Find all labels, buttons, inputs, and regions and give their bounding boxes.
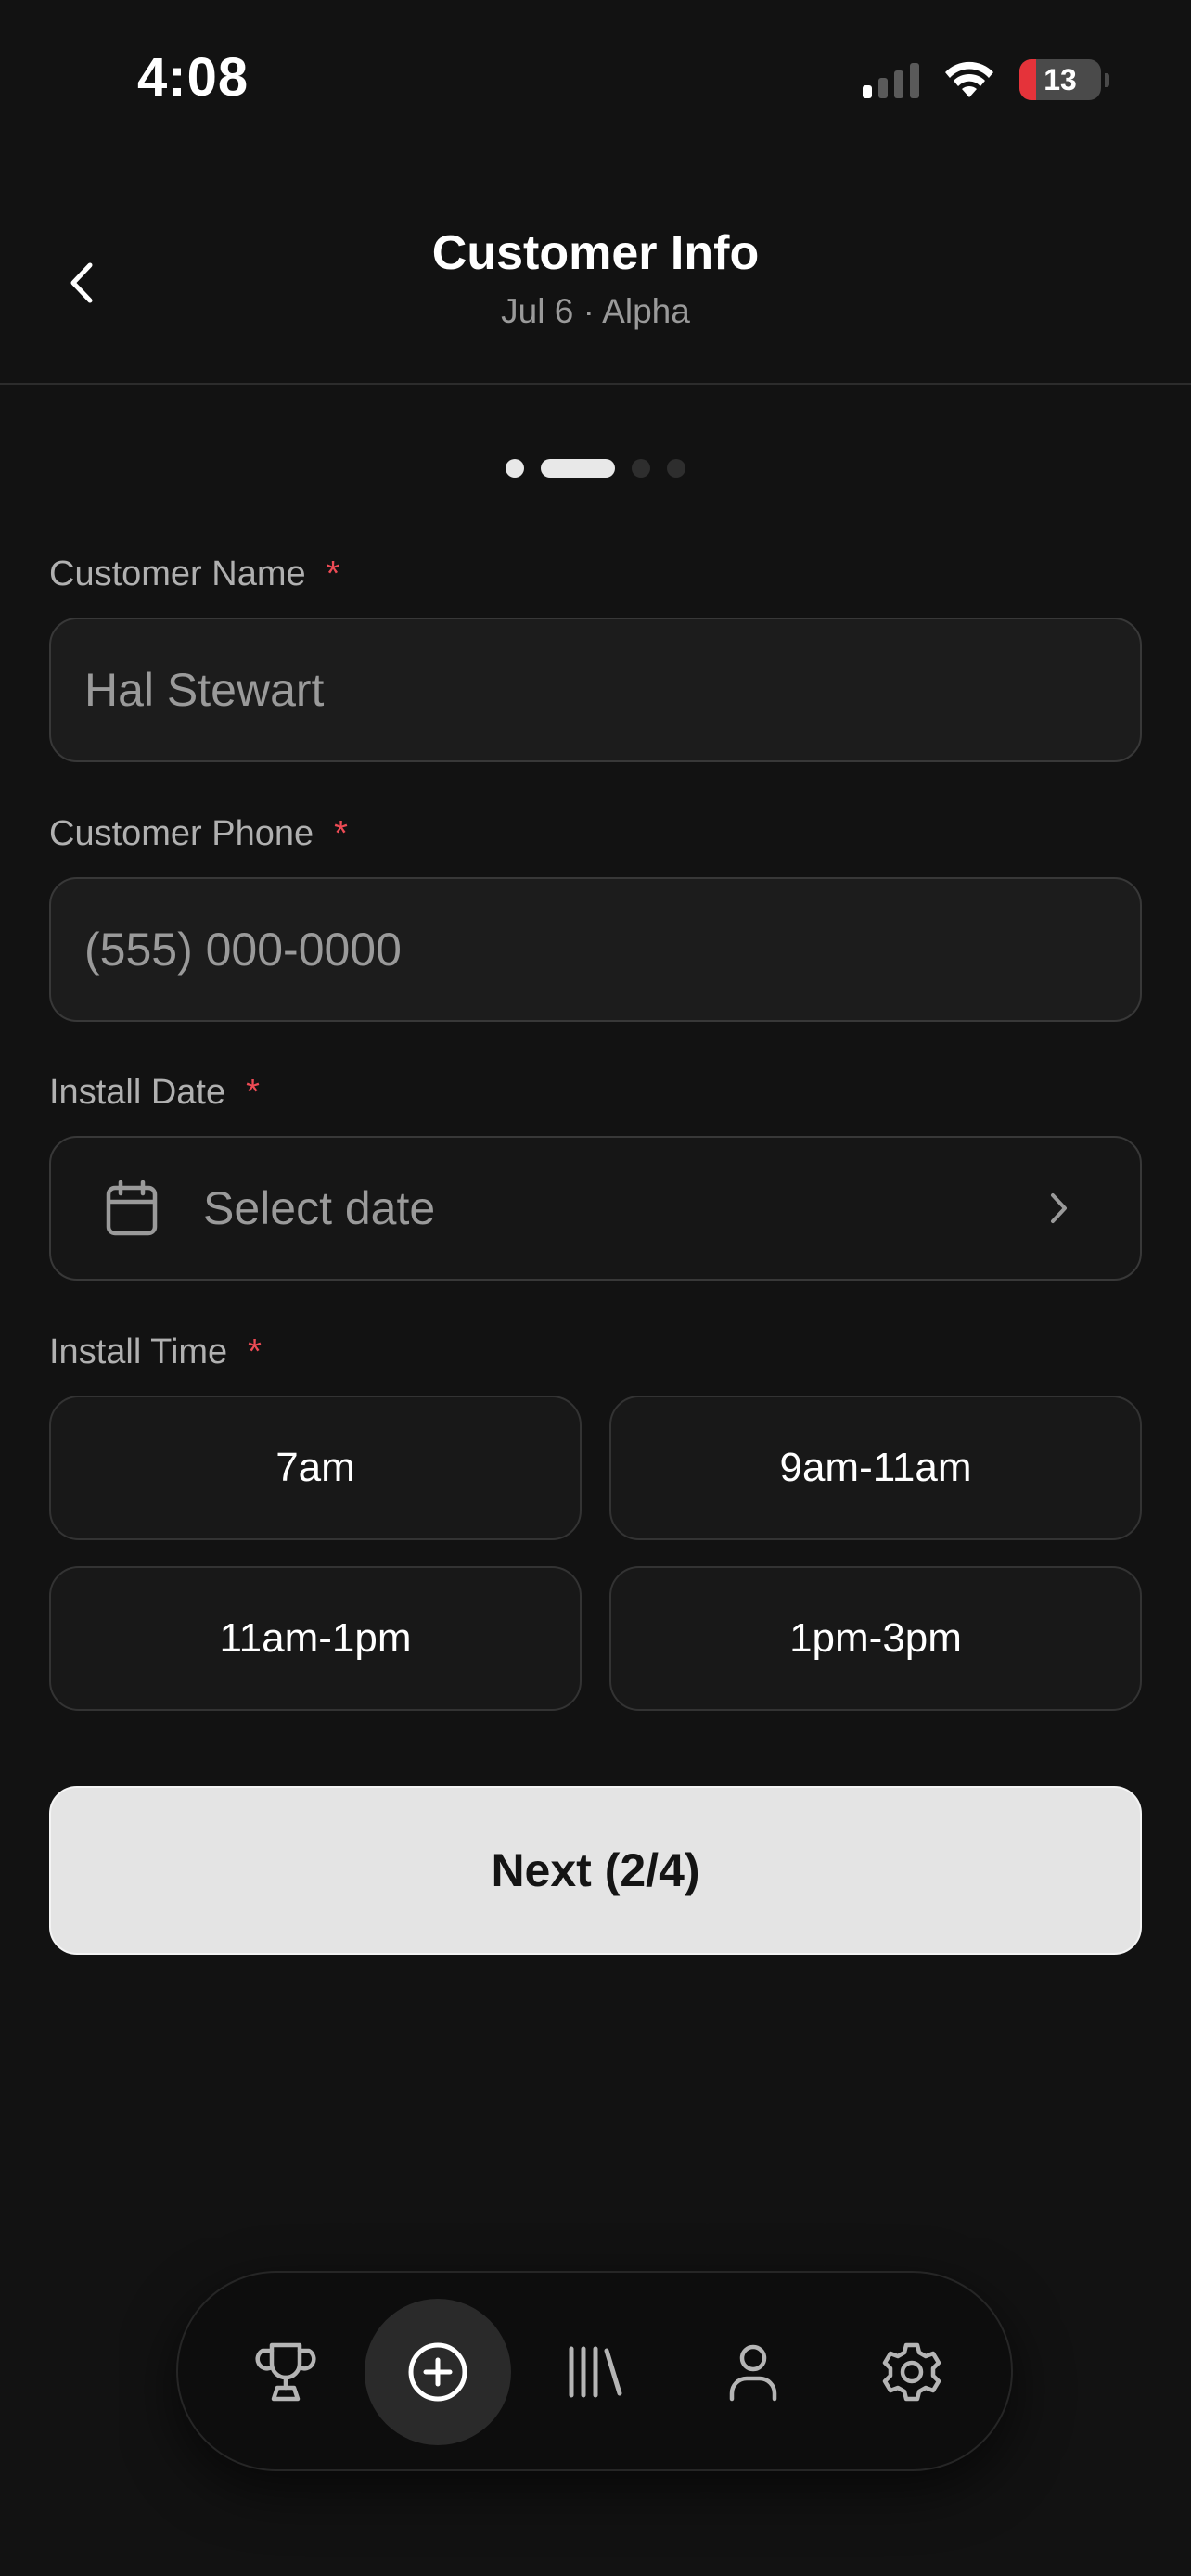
trophy-icon [255, 2342, 316, 2402]
customer-name-value: Hal Stewart [84, 664, 325, 716]
header: Customer Info Jul 6 · Alpha [0, 199, 1191, 385]
customer-phone-label: Customer Phone * [49, 814, 348, 853]
chevron-right-icon [1047, 1191, 1069, 1226]
customer-phone-input[interactable]: (555) 000-0000 [49, 877, 1142, 1022]
page-title: Customer Info [431, 226, 760, 280]
install-date-label: Install Date * [49, 1073, 260, 1112]
step-dot-2 [541, 459, 615, 478]
step-indicator [0, 459, 1191, 478]
customer-name-input[interactable]: Hal Stewart [49, 618, 1142, 762]
time-option-11am-1pm[interactable]: 11am-1pm [49, 1566, 582, 1711]
status-bar: 4:08 13 [0, 0, 1191, 158]
status-time: 4:08 [137, 47, 250, 108]
required-mark: * [248, 1333, 262, 1371]
nav-item-profile[interactable] [680, 2299, 826, 2445]
nav-item-library[interactable] [521, 2299, 668, 2445]
cellular-signal-icon [863, 61, 919, 98]
person-icon [729, 2344, 777, 2402]
time-option-7am[interactable]: 7am [49, 1396, 582, 1540]
gear-icon [882, 2342, 941, 2402]
next-button[interactable]: Next (2/4) [49, 1786, 1142, 1955]
step-dot-4 [667, 459, 685, 478]
bottom-nav [176, 2271, 1013, 2471]
install-date-placeholder: Select date [203, 1182, 436, 1234]
page-subtitle: Jul 6 · Alpha [501, 292, 690, 330]
required-mark: * [246, 1073, 260, 1112]
time-option-9am-11am[interactable]: 9am-11am [609, 1396, 1142, 1540]
wifi-icon [945, 61, 993, 97]
step-dot-1 [506, 459, 524, 478]
time-option-1pm-3pm[interactable]: 1pm-3pm [609, 1566, 1142, 1711]
status-icons: 13 [863, 54, 1109, 106]
nav-item-add[interactable] [365, 2299, 511, 2445]
customer-name-label: Customer Name * [49, 555, 340, 593]
step-dot-3 [632, 459, 650, 478]
customer-phone-placeholder: (555) 000-0000 [84, 924, 402, 976]
required-mark: * [326, 555, 340, 593]
battery-icon: 13 [1019, 59, 1101, 100]
install-date-picker[interactable]: Select date [49, 1136, 1142, 1281]
required-mark: * [334, 814, 348, 853]
install-time-label: Install Time * [49, 1333, 262, 1371]
calendar-icon [105, 1180, 162, 1237]
customer-info-screen: 4:08 13 Customer Info Jul 6 · Alpha Cust… [0, 0, 1191, 2576]
plus-circle-icon [408, 2342, 467, 2402]
battery-nub [1105, 72, 1109, 87]
nav-item-trophy[interactable] [212, 2299, 359, 2445]
battery-level: 13 [1044, 62, 1077, 96]
nav-item-settings[interactable] [839, 2299, 985, 2445]
library-icon [569, 2346, 622, 2398]
